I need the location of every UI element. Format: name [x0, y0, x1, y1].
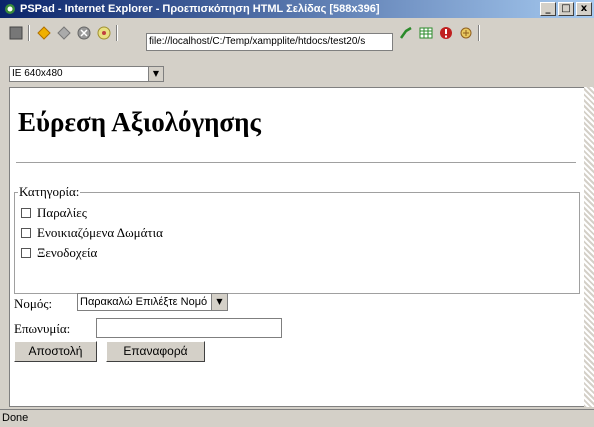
- checkbox-label: Ξενοδοχεία: [37, 245, 98, 260]
- vertical-scrollbar[interactable]: [584, 87, 594, 407]
- resolution-value: IE 640x480: [12, 68, 63, 79]
- checkbox-label: Παραλίες: [37, 205, 87, 220]
- toolbar-separator: [28, 25, 30, 41]
- status-bar: Done: [0, 409, 594, 427]
- checkbox[interactable]: [21, 248, 31, 258]
- name-label: Επωνυμία:: [14, 321, 71, 336]
- checkbox-item[interactable]: Ξενοδοχεία: [21, 245, 97, 261]
- close-button[interactable]: x: [576, 2, 592, 16]
- stop-icon[interactable]: [8, 25, 24, 41]
- go-icon[interactable]: [398, 25, 414, 41]
- window-title: PSPad - Internet Explorer - Προεπισκόπησ…: [20, 3, 380, 15]
- checkbox[interactable]: [21, 208, 31, 218]
- prefecture-selected: Παρακαλώ Επιλέξτε Νομό: [80, 296, 208, 308]
- reset-button[interactable]: Επαναφορά: [106, 341, 205, 362]
- home-icon[interactable]: [96, 25, 112, 41]
- chevron-down-icon[interactable]: ▼: [148, 67, 163, 81]
- grid-icon[interactable]: [418, 25, 434, 41]
- minimize-button[interactable]: _: [540, 2, 556, 16]
- submit-button[interactable]: Αποστολή: [14, 341, 97, 362]
- prefecture-label: Νομός:: [14, 296, 53, 311]
- checkbox-item[interactable]: Παραλίες: [21, 205, 87, 221]
- page-heading: Εύρεση Αξιολόγησης: [18, 107, 261, 137]
- checkbox[interactable]: [21, 228, 31, 238]
- app-icon: [4, 3, 16, 15]
- address-bar[interactable]: file://localhost/C:/Temp/xampplite/htdoc…: [146, 33, 393, 51]
- status-text: Done: [2, 412, 29, 424]
- prefecture-select[interactable]: Παρακαλώ Επιλέξτε Νομό ▼: [77, 293, 228, 311]
- chevron-down-icon[interactable]: ▼: [211, 294, 227, 310]
- resolution-select[interactable]: IE 640x480 ▼: [9, 66, 164, 82]
- category-fieldset: Κατηγορία: Παραλίες Ενοικιαζόμενα Δωμάτι…: [14, 184, 580, 294]
- checkbox-item[interactable]: Ενοικιαζόμενα Δωμάτια: [21, 225, 163, 241]
- back-icon[interactable]: [36, 25, 52, 41]
- forward-icon[interactable]: [56, 25, 72, 41]
- refresh-icon[interactable]: [76, 25, 92, 41]
- category-legend: Κατηγορία:: [18, 184, 81, 200]
- toolbar-separator: [478, 25, 480, 41]
- preview-pane: Εύρεση Αξιολόγησης Κατηγορία: Παραλίες Ε…: [9, 87, 585, 407]
- title-bar: PSPad - Internet Explorer - Προεπισκόπησ…: [0, 0, 594, 18]
- toolbar: file://localhost/C:/Temp/xampplite/htdoc…: [0, 19, 594, 59]
- horizontal-rule: [16, 162, 576, 164]
- warning-icon[interactable]: [438, 25, 454, 41]
- maximize-button[interactable]: □: [558, 2, 574, 16]
- toolbar-separator: [116, 25, 118, 41]
- checkbox-label: Ενοικιαζόμενα Δωμάτια: [37, 225, 163, 240]
- name-input[interactable]: [96, 318, 282, 338]
- hand-icon[interactable]: [458, 25, 474, 41]
